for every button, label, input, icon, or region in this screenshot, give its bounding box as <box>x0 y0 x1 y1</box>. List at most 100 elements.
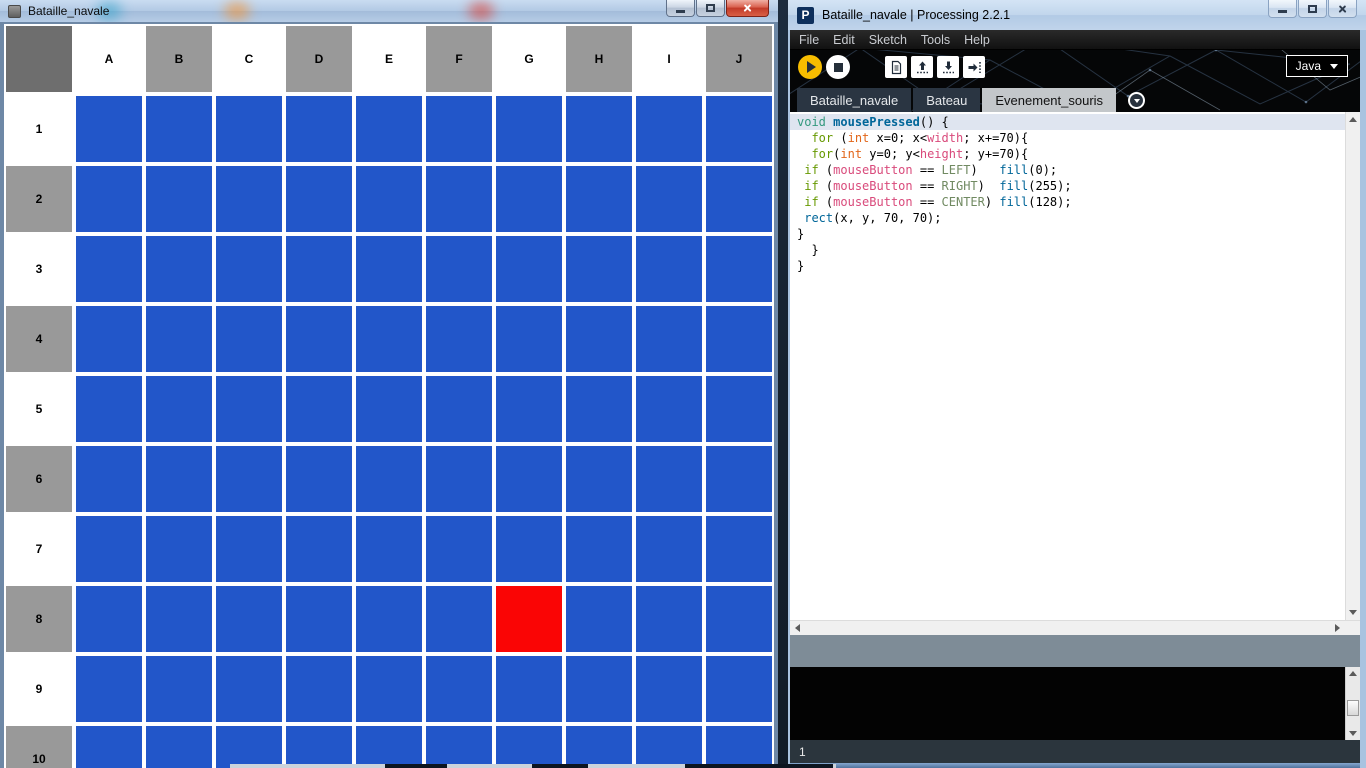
new-sketch-button[interactable] <box>885 56 907 78</box>
cell-C5[interactable] <box>214 374 284 444</box>
cell-I8[interactable] <box>634 584 704 654</box>
tab-menu-button[interactable] <box>1128 92 1145 109</box>
cell-A6[interactable] <box>74 444 144 514</box>
cell-J1[interactable] <box>704 94 774 164</box>
cell-D9[interactable] <box>284 654 354 724</box>
cell-A9[interactable] <box>74 654 144 724</box>
cell-H10[interactable] <box>564 724 634 768</box>
cell-I3[interactable] <box>634 234 704 304</box>
run-button[interactable] <box>798 55 822 79</box>
cell-J5[interactable] <box>704 374 774 444</box>
cell-F4[interactable] <box>424 304 494 374</box>
cell-B6[interactable] <box>144 444 214 514</box>
cell-F1[interactable] <box>424 94 494 164</box>
cell-B9[interactable] <box>144 654 214 724</box>
cell-F7[interactable] <box>424 514 494 584</box>
cell-F5[interactable] <box>424 374 494 444</box>
cell-H2[interactable] <box>564 164 634 234</box>
cell-H5[interactable] <box>564 374 634 444</box>
cell-E8[interactable] <box>354 584 424 654</box>
cell-F9[interactable] <box>424 654 494 724</box>
cell-C7[interactable] <box>214 514 284 584</box>
game-minimize-button[interactable] <box>666 0 695 17</box>
cell-H9[interactable] <box>564 654 634 724</box>
cell-H3[interactable] <box>564 234 634 304</box>
cell-H8[interactable] <box>564 584 634 654</box>
menu-sketch[interactable]: Sketch <box>869 33 907 47</box>
code-vertical-scrollbar[interactable] <box>1345 112 1360 620</box>
cell-G3[interactable] <box>494 234 564 304</box>
cell-J10[interactable] <box>704 724 774 768</box>
game-maximize-button[interactable] <box>696 0 725 17</box>
cell-H6[interactable] <box>564 444 634 514</box>
cell-D1[interactable] <box>284 94 354 164</box>
game-close-button[interactable] <box>726 0 769 17</box>
cell-J6[interactable] <box>704 444 774 514</box>
mode-selector[interactable]: Java <box>1286 55 1348 77</box>
cell-I1[interactable] <box>634 94 704 164</box>
cell-E1[interactable] <box>354 94 424 164</box>
cell-F2[interactable] <box>424 164 494 234</box>
cell-E2[interactable] <box>354 164 424 234</box>
cell-J9[interactable] <box>704 654 774 724</box>
cell-A2[interactable] <box>74 164 144 234</box>
cell-H1[interactable] <box>564 94 634 164</box>
cell-G2[interactable] <box>494 164 564 234</box>
cell-C8[interactable] <box>214 584 284 654</box>
cell-D6[interactable] <box>284 444 354 514</box>
cell-B4[interactable] <box>144 304 214 374</box>
cell-G1[interactable] <box>494 94 564 164</box>
cell-E9[interactable] <box>354 654 424 724</box>
cell-F10[interactable] <box>424 724 494 768</box>
cell-J4[interactable] <box>704 304 774 374</box>
cell-F6[interactable] <box>424 444 494 514</box>
tab-evenement_souris[interactable]: Evenement_souris <box>982 88 1116 112</box>
cell-I7[interactable] <box>634 514 704 584</box>
code-horizontal-scrollbar[interactable] <box>790 620 1360 635</box>
cell-F8[interactable] <box>424 584 494 654</box>
cell-B10[interactable] <box>144 724 214 768</box>
cell-B5[interactable] <box>144 374 214 444</box>
cell-D4[interactable] <box>284 304 354 374</box>
cell-B2[interactable] <box>144 164 214 234</box>
cell-F3[interactable] <box>424 234 494 304</box>
code-editor[interactable]: void mousePressed() { for (int x=0; x<wi… <box>790 112 1360 620</box>
cell-J8[interactable] <box>704 584 774 654</box>
cell-E7[interactable] <box>354 514 424 584</box>
cell-E5[interactable] <box>354 374 424 444</box>
cell-C3[interactable] <box>214 234 284 304</box>
export-button[interactable] <box>963 56 985 78</box>
menu-help[interactable]: Help <box>964 33 990 47</box>
cell-A10[interactable] <box>74 724 144 768</box>
cell-G10[interactable] <box>494 724 564 768</box>
cell-G7[interactable] <box>494 514 564 584</box>
cell-D5[interactable] <box>284 374 354 444</box>
open-button[interactable] <box>911 56 933 78</box>
cell-A5[interactable] <box>74 374 144 444</box>
ide-close-button[interactable] <box>1328 0 1357 18</box>
menu-tools[interactable]: Tools <box>921 33 950 47</box>
cell-A4[interactable] <box>74 304 144 374</box>
cell-J2[interactable] <box>704 164 774 234</box>
cell-C1[interactable] <box>214 94 284 164</box>
cell-D7[interactable] <box>284 514 354 584</box>
cell-H7[interactable] <box>564 514 634 584</box>
cell-I4[interactable] <box>634 304 704 374</box>
cell-E3[interactable] <box>354 234 424 304</box>
cell-C6[interactable] <box>214 444 284 514</box>
cell-I2[interactable] <box>634 164 704 234</box>
cell-E10[interactable] <box>354 724 424 768</box>
cell-B3[interactable] <box>144 234 214 304</box>
cell-I5[interactable] <box>634 374 704 444</box>
cell-I10[interactable] <box>634 724 704 768</box>
cell-B1[interactable] <box>144 94 214 164</box>
ide-maximize-button[interactable] <box>1298 0 1327 18</box>
cell-C10[interactable] <box>214 724 284 768</box>
console-scrollbar[interactable] <box>1345 667 1360 740</box>
cell-G6[interactable] <box>494 444 564 514</box>
cell-D3[interactable] <box>284 234 354 304</box>
menu-file[interactable]: File <box>799 33 819 47</box>
tab-bataille_navale[interactable]: Bataille_navale <box>797 88 911 112</box>
cell-E4[interactable] <box>354 304 424 374</box>
cell-J7[interactable] <box>704 514 774 584</box>
